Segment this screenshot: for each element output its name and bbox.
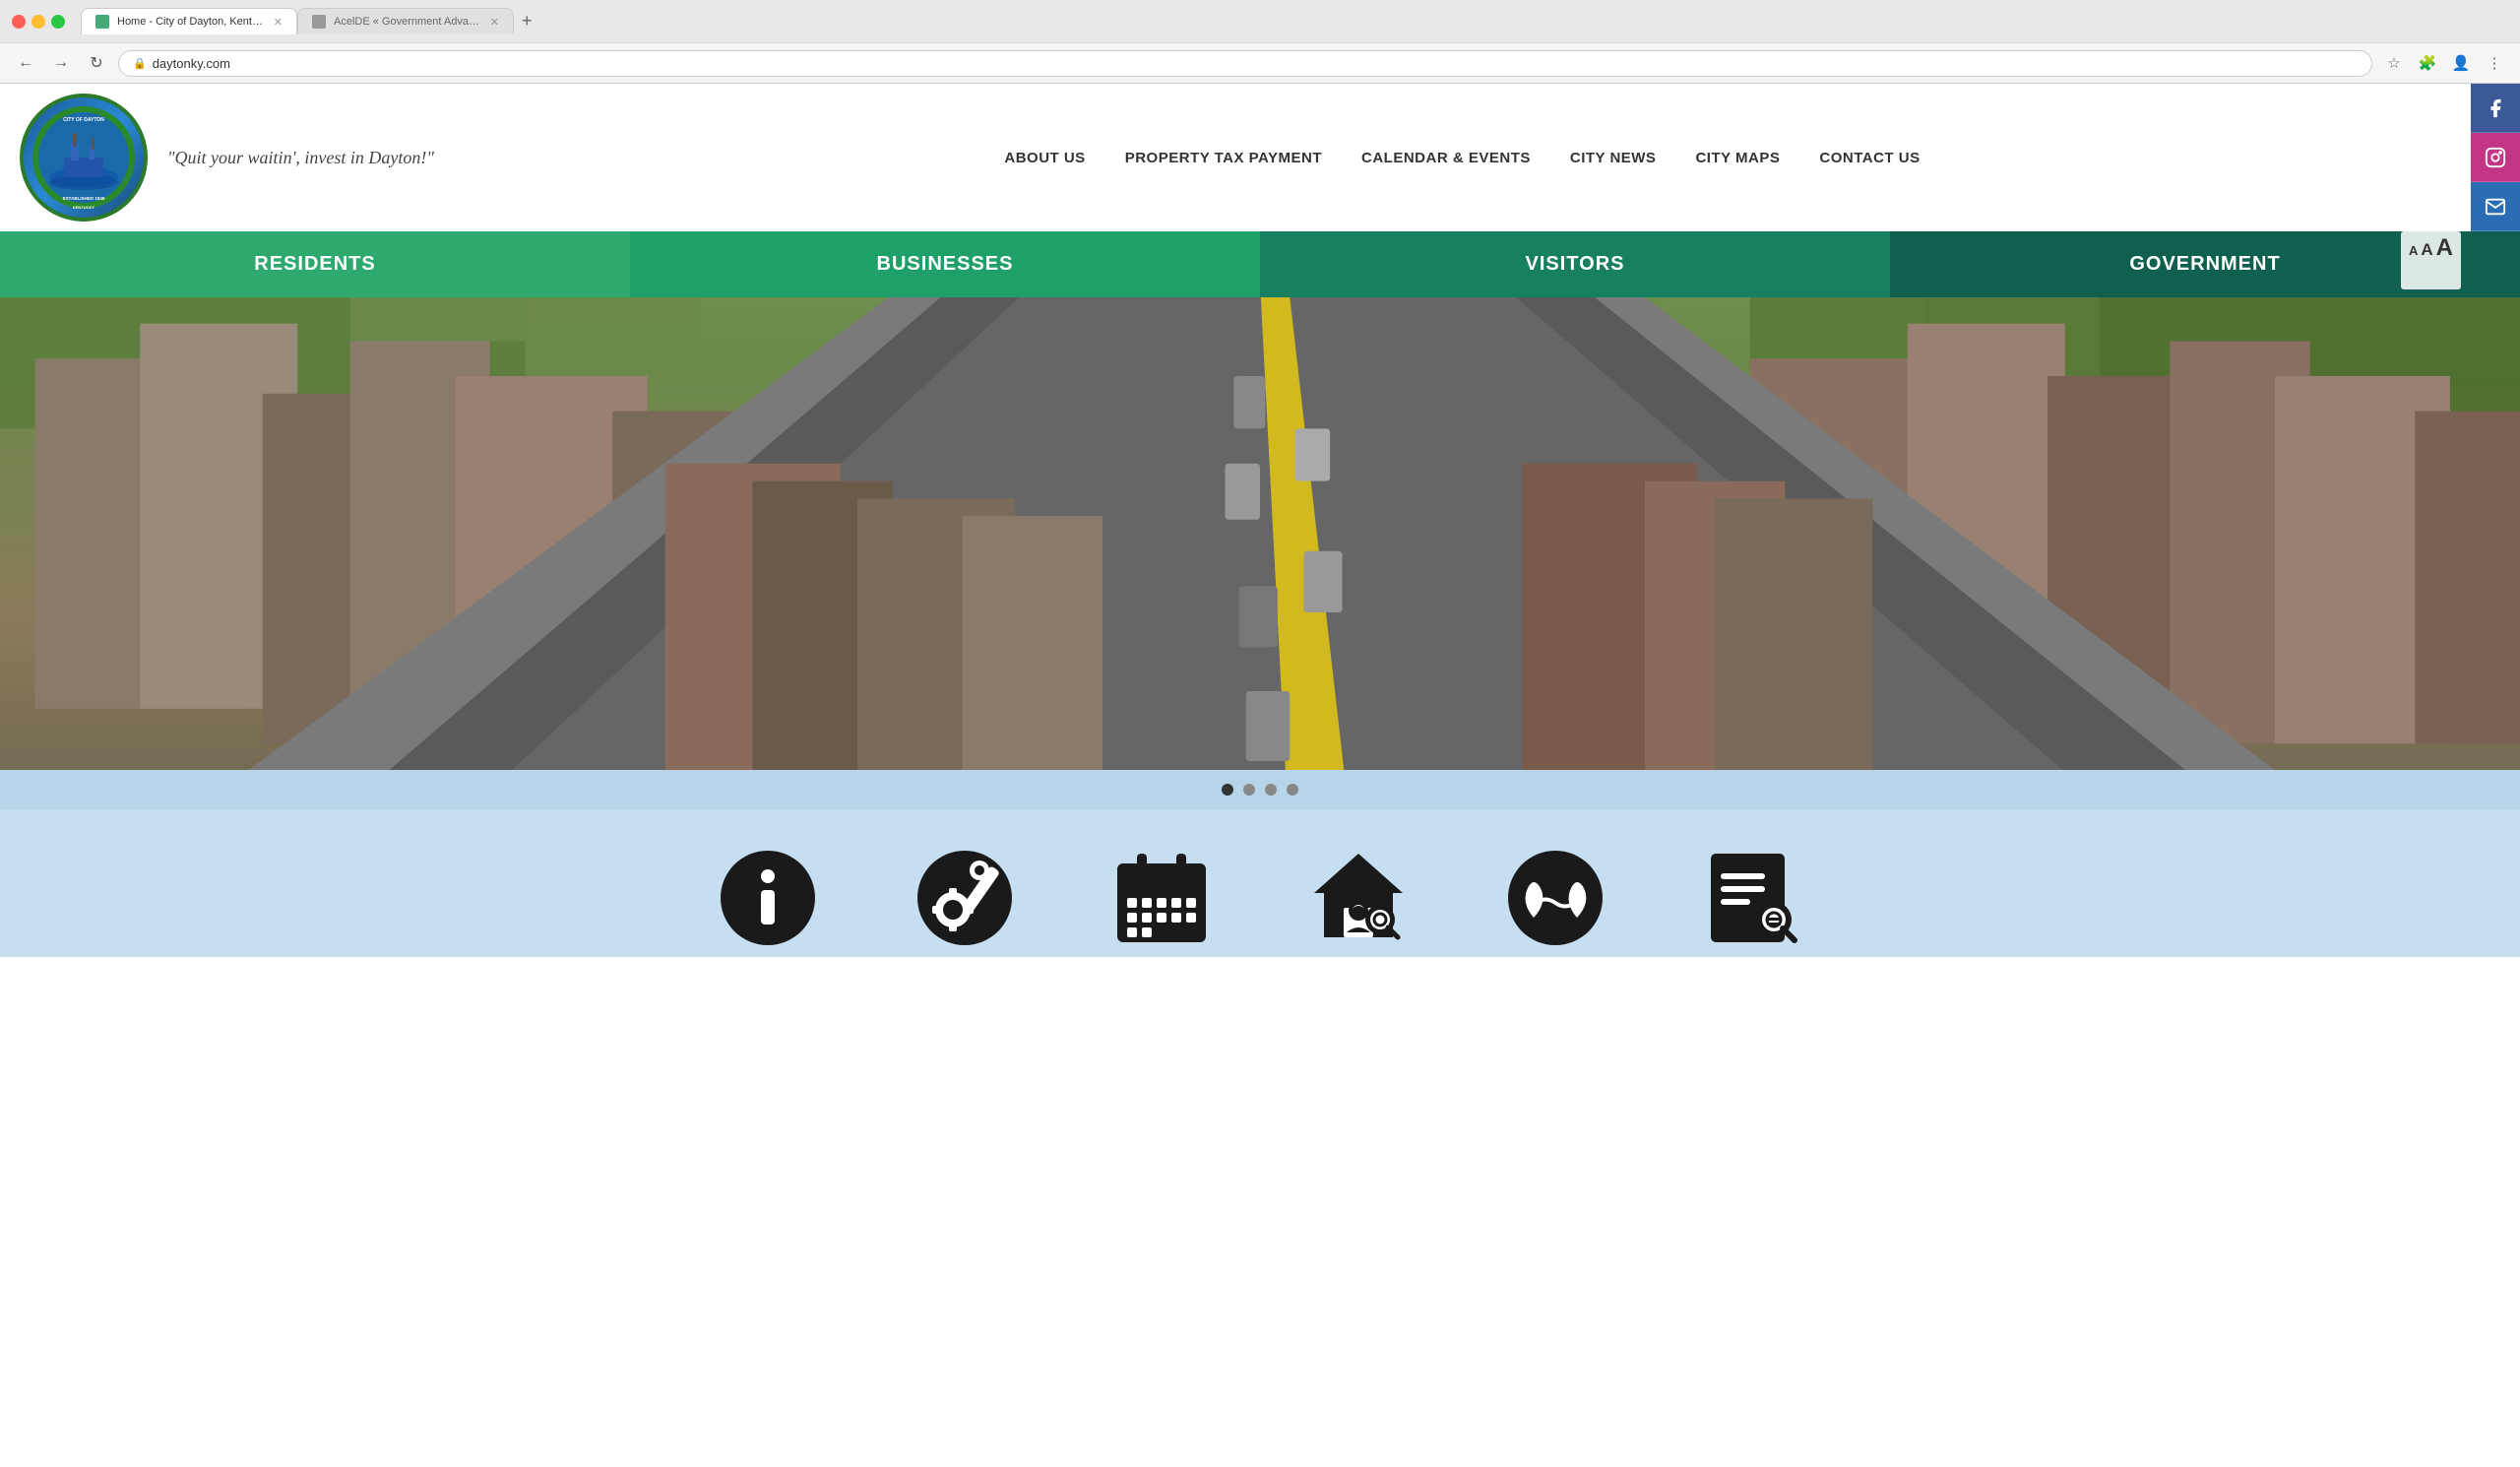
tab-close-2[interactable]: ✕: [490, 16, 499, 29]
quick-link-utilities[interactable]: [1457, 839, 1654, 957]
document-search-icon: [1703, 849, 1801, 947]
browser-tab-inactive[interactable]: AcelDE « Government Advanta... ✕: [297, 8, 514, 34]
browser-chrome: Home - City of Dayton, Kentu... ✕ AcelDE…: [0, 0, 2520, 84]
font-medium-button[interactable]: A: [2421, 240, 2432, 260]
water-icon: [1506, 849, 1605, 947]
browser-tab-active[interactable]: Home - City of Dayton, Kentu... ✕: [81, 8, 297, 34]
quick-links-section: [0, 809, 2520, 957]
instagram-icon: [2485, 147, 2506, 168]
secondary-nav-container: RESIDENTS BUSINESSES VISITORS GOVERNMENT…: [0, 231, 2520, 297]
quick-link-info[interactable]: [669, 839, 866, 957]
logo-svg: CITY OF DAYTON ESTABLISHED 1849 KENTUCKY: [30, 103, 138, 212]
nav-residents[interactable]: RESIDENTS: [0, 231, 630, 297]
account-icon[interactable]: 👤: [2447, 49, 2475, 77]
email-button[interactable]: [2471, 182, 2520, 231]
hero-image: [0, 297, 2520, 770]
logo-inner: CITY OF DAYTON ESTABLISHED 1849 KENTUCKY: [30, 103, 138, 212]
close-dot[interactable]: [12, 15, 26, 29]
tab-close-1[interactable]: ✕: [274, 16, 283, 29]
nav-city-maps[interactable]: CITY MAPS: [1675, 120, 1799, 196]
url-text: daytonky.com: [153, 56, 230, 71]
quick-link-property-search[interactable]: [1260, 839, 1457, 957]
quick-link-calendar[interactable]: [1063, 839, 1260, 957]
browser-dots: [12, 15, 65, 29]
hero-section: [0, 297, 2520, 770]
forward-button[interactable]: →: [47, 49, 75, 77]
tab-title-1: Home - City of Dayton, Kentu...: [117, 16, 266, 28]
menu-icon[interactable]: ⋮: [2481, 49, 2508, 77]
extension-icon[interactable]: 🧩: [2414, 49, 2441, 77]
browser-titlebar: Home - City of Dayton, Kentu... ✕ AcelDE…: [0, 0, 2520, 42]
slider-dot-2[interactable]: [1243, 784, 1255, 796]
svg-text:ESTABLISHED 1849: ESTABLISHED 1849: [63, 196, 105, 201]
svg-text:CITY OF DAYTON: CITY OF DAYTON: [63, 117, 104, 123]
tab-favicon: [95, 15, 109, 29]
house-search-icon: [1309, 849, 1408, 947]
minimize-dot[interactable]: [32, 15, 45, 29]
svg-text:KENTUCKY: KENTUCKY: [73, 205, 95, 210]
email-icon: [2485, 196, 2506, 218]
social-sidebar: [2471, 84, 2520, 231]
facebook-icon: [2485, 97, 2506, 119]
nav-contact-us[interactable]: CONTACT US: [1799, 120, 1939, 196]
info-icon: [719, 849, 817, 947]
calendar-icon: [1112, 849, 1211, 947]
slider-dot-1[interactable]: [1222, 784, 1233, 796]
browser-nav-bar: ← → ↻ 🔒 daytonky.com ☆ 🧩 👤 ⋮: [0, 42, 2520, 83]
new-tab-button[interactable]: +: [522, 11, 533, 32]
address-bar[interactable]: 🔒 daytonky.com: [118, 50, 2372, 77]
site-tagline: "Quit your waitin', invest in Dayton!": [167, 148, 434, 168]
slider-dot-4[interactable]: [1287, 784, 1298, 796]
slider-dot-3[interactable]: [1265, 784, 1277, 796]
nav-about-us[interactable]: ABOUT US: [984, 120, 1104, 196]
slider-dots: [0, 770, 2520, 809]
maximize-dot[interactable]: [51, 15, 65, 29]
bookmark-icon[interactable]: ☆: [2380, 49, 2408, 77]
main-navigation: ABOUT US PROPERTY TAX PAYMENT CALENDAR &…: [454, 84, 2471, 231]
font-small-button[interactable]: A: [2409, 243, 2418, 258]
logo-area: CITY OF DAYTON ESTABLISHED 1849 KENTUCKY…: [0, 84, 454, 231]
tab-title-2: AcelDE « Government Advanta...: [334, 16, 482, 28]
nav-calendar-events[interactable]: CALENDAR & EVENTS: [1342, 120, 1550, 196]
instagram-button[interactable]: [2471, 133, 2520, 182]
accessibility-controls: A A A: [2401, 231, 2461, 289]
secondary-navigation: RESIDENTS BUSINESSES VISITORS GOVERNMENT: [0, 231, 2520, 297]
facebook-button[interactable]: [2471, 84, 2520, 133]
gear-wrench-icon: [915, 849, 1014, 947]
nav-businesses[interactable]: BUSINESSES: [630, 231, 1260, 297]
quick-link-services[interactable]: [866, 839, 1063, 957]
reload-button[interactable]: ↻: [83, 49, 110, 77]
lock-icon: 🔒: [133, 57, 147, 70]
browser-tabs: Home - City of Dayton, Kentu... ✕ AcelDE…: [81, 8, 2508, 34]
site-header: CITY OF DAYTON ESTABLISHED 1849 KENTUCKY…: [0, 84, 2520, 231]
quick-link-documents[interactable]: [1654, 839, 1851, 957]
website: CITY OF DAYTON ESTABLISHED 1849 KENTUCKY…: [0, 84, 2520, 957]
font-large-button[interactable]: A: [2436, 234, 2453, 262]
browser-nav-icons: ☆ 🧩 👤 ⋮: [2380, 49, 2508, 77]
back-button[interactable]: ←: [12, 49, 39, 77]
nav-city-news[interactable]: CITY NEWS: [1550, 120, 1676, 196]
city-logo[interactable]: CITY OF DAYTON ESTABLISHED 1849 KENTUCKY: [20, 94, 148, 222]
nav-property-tax[interactable]: PROPERTY TAX PAYMENT: [1105, 120, 1342, 196]
tab-favicon-2: [312, 15, 326, 29]
nav-visitors[interactable]: VISITORS: [1260, 231, 1890, 297]
